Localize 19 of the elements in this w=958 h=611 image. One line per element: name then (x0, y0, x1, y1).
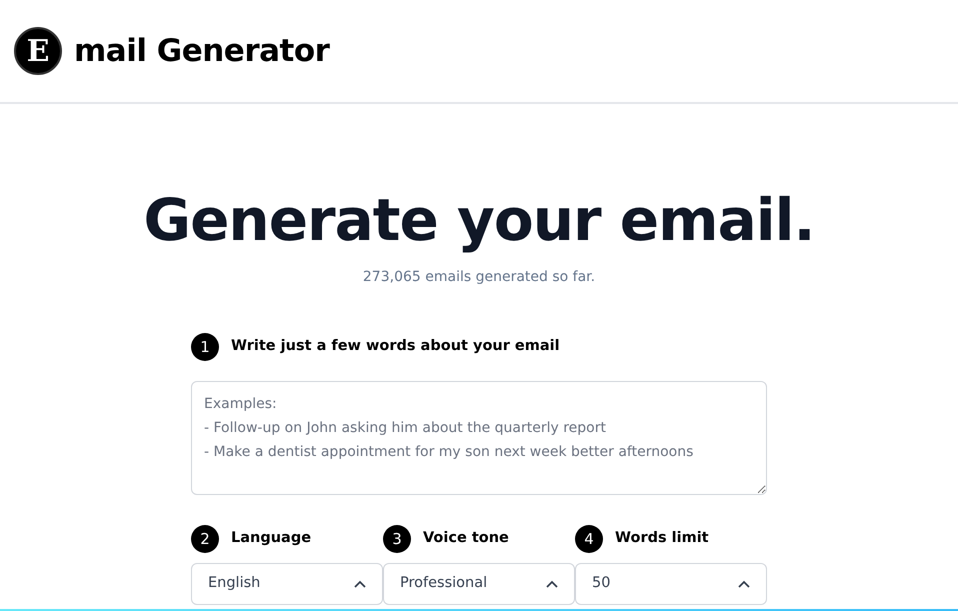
step-label: Language (231, 529, 312, 548)
email-description-field[interactable]: Examples: - Follow-up on John asking him about the quarterly report - Make a dentist appointment for my son next week better afternoons (191, 381, 767, 495)
step-number: 4 (575, 525, 603, 553)
logo-icon: E (14, 27, 62, 75)
caret-icon (546, 580, 558, 588)
caret-icon (354, 580, 366, 588)
select-field[interactable]: 50 (575, 563, 767, 605)
app-title: mail Generator (74, 32, 330, 71)
step-number: 3 (383, 525, 411, 553)
select-field[interactable]: Professional (383, 563, 575, 605)
caret-icon (738, 580, 750, 588)
step-label: Write just a few words about your email (231, 337, 560, 356)
step-number: 1 (191, 333, 219, 361)
step-label: Voice tone (423, 529, 509, 548)
select-field[interactable]: English (191, 563, 383, 605)
page-heading: Generate your email. (143, 186, 814, 254)
step-label: Words limit (615, 529, 709, 548)
emails-count: 273,065 emails generated so far. (362, 268, 596, 287)
step-number: 2 (191, 525, 219, 553)
